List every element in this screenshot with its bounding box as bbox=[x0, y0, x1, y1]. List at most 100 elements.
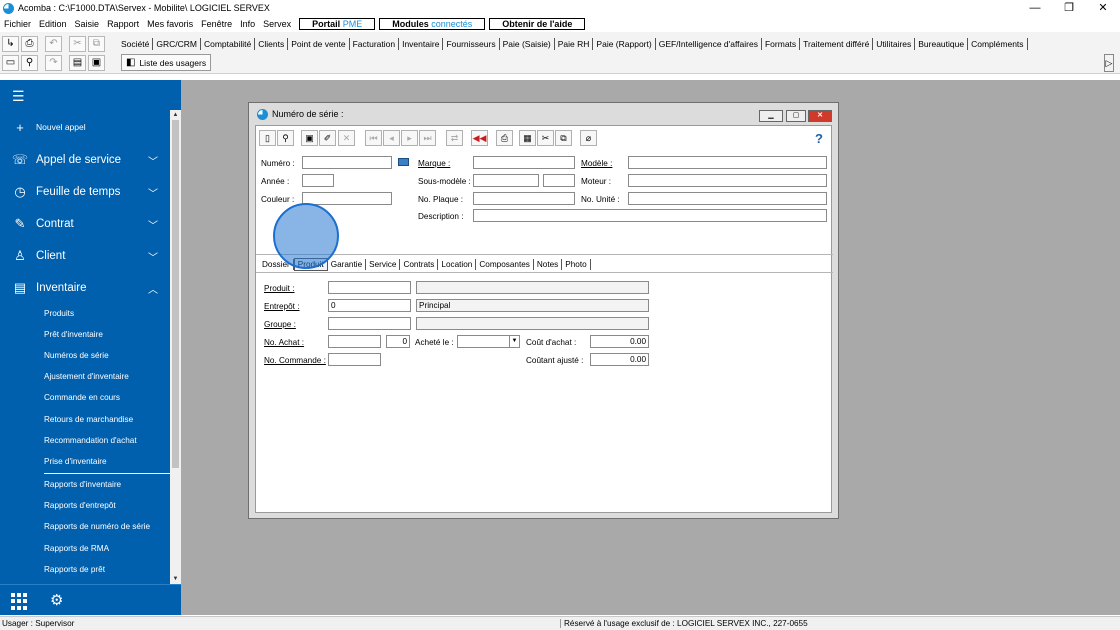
module-paie-rapport[interactable]: Paie (Rapport) bbox=[593, 38, 656, 50]
last-record-icon[interactable]: ⏭ bbox=[419, 130, 436, 146]
cut-icon[interactable]: ✂ bbox=[69, 36, 86, 52]
numero-input[interactable] bbox=[302, 156, 392, 169]
modele-input[interactable] bbox=[628, 156, 827, 169]
achete-le-select[interactable]: ▼ bbox=[457, 335, 520, 348]
produit-input[interactable] bbox=[328, 281, 411, 294]
produit-label[interactable]: Produit : bbox=[264, 284, 295, 293]
scrollbar-thumb[interactable] bbox=[172, 120, 179, 468]
module-facturation[interactable]: Facturation bbox=[350, 38, 400, 50]
import-icon[interactable]: ↳ bbox=[2, 36, 19, 52]
dialog-close-button[interactable]: ✕ bbox=[808, 110, 832, 122]
entrepot-input[interactable]: 0 bbox=[328, 299, 411, 312]
tab-photo[interactable]: Photo bbox=[562, 259, 591, 270]
sidebar-item-client[interactable]: ♙ Client ﹀ bbox=[0, 247, 170, 265]
card-icon[interactable] bbox=[398, 158, 409, 166]
obtenir-aide-button[interactable]: Obtenir de l'aide bbox=[489, 17, 586, 30]
no-unite-input[interactable] bbox=[628, 192, 827, 205]
sidebar-item-nouvel-appel[interactable]: + Nouvel appel bbox=[0, 119, 170, 135]
marque-input[interactable] bbox=[473, 156, 575, 169]
module-formats[interactable]: Formats bbox=[762, 38, 801, 50]
menu-info[interactable]: Info bbox=[240, 19, 255, 29]
module-gef[interactable]: GEF/Intelligence d'affaires bbox=[656, 38, 762, 50]
dialog-maximize-button[interactable]: ▢ bbox=[786, 110, 806, 122]
toolbar-scroll-right-icon[interactable]: ▷ bbox=[1104, 54, 1114, 72]
search-binoculars-icon[interactable]: ⚲ bbox=[277, 130, 294, 146]
open-folder-icon[interactable]: ▭ bbox=[2, 55, 19, 71]
attachment-icon[interactable]: ⌀ bbox=[580, 130, 597, 146]
save-icon[interactable]: ▣ bbox=[301, 130, 318, 146]
rewind-icon[interactable]: ◀◀ bbox=[471, 130, 488, 146]
portail-pme-button[interactable]: Portail PME bbox=[299, 17, 376, 30]
module-grc-crm[interactable]: GRC/CRM bbox=[153, 38, 201, 50]
sidebar-sub-rapports-inventaire[interactable]: Rapports d'inventaire bbox=[44, 480, 121, 489]
previous-record-icon[interactable]: ◂ bbox=[383, 130, 400, 146]
liste-usagers-button[interactable]: ◧ Liste des usagers bbox=[121, 54, 212, 71]
menu-servex[interactable]: Servex bbox=[263, 19, 291, 29]
delete-icon[interactable]: ✕ bbox=[338, 130, 355, 146]
close-window-button[interactable]: ✕ bbox=[1086, 0, 1120, 16]
help-icon[interactable]: ? bbox=[815, 131, 823, 146]
tab-notes[interactable]: Notes bbox=[534, 259, 563, 270]
cout-achat-input[interactable]: 0.00 bbox=[590, 335, 649, 348]
entrepot-label[interactable]: Entrepôt : bbox=[264, 302, 300, 311]
apps-grid-icon[interactable] bbox=[11, 593, 28, 610]
scroll-down-icon[interactable]: ▼ bbox=[170, 574, 181, 584]
sidebar-item-appel-service[interactable]: ☏ Appel de service ﹀ bbox=[0, 151, 170, 169]
binoculars-icon[interactable]: ⚲ bbox=[21, 55, 38, 71]
module-fournisseurs[interactable]: Fournisseurs bbox=[443, 38, 500, 50]
module-clients[interactable]: Clients bbox=[255, 38, 289, 50]
sous-modele-input[interactable] bbox=[473, 174, 539, 187]
scroll-up-icon[interactable]: ▲ bbox=[170, 110, 181, 120]
module-point-de-vente[interactable]: Point de vente bbox=[288, 38, 350, 50]
settings-gears-icon[interactable]: ⚙ bbox=[50, 591, 63, 609]
annee-input[interactable] bbox=[302, 174, 334, 187]
module-inventaire[interactable]: Inventaire bbox=[399, 38, 444, 50]
sidebar-sub-ajustement[interactable]: Ajustement d'inventaire bbox=[44, 372, 129, 381]
new-document-icon[interactable]: ▯ bbox=[259, 130, 276, 146]
module-paie-rh[interactable]: Paie RH bbox=[555, 38, 594, 50]
couleur-input[interactable] bbox=[302, 192, 392, 205]
no-achat-qty-input[interactable]: 0 bbox=[386, 335, 410, 348]
calculator-icon[interactable]: ▦ bbox=[519, 130, 536, 146]
menu-fichier[interactable]: Fichier bbox=[4, 19, 31, 29]
sidebar-sub-commande-en-cours[interactable]: Commande en cours bbox=[44, 393, 120, 402]
module-complements[interactable]: Compléments bbox=[968, 38, 1028, 50]
tab-service[interactable]: Service bbox=[366, 259, 401, 270]
menu-edition[interactable]: Edition bbox=[39, 19, 67, 29]
groupe-input[interactable] bbox=[328, 317, 411, 330]
print-icon[interactable]: ⎙ bbox=[496, 130, 513, 146]
sidebar-sub-numeros-serie[interactable]: Numéros de série bbox=[44, 351, 109, 360]
description-input[interactable] bbox=[473, 209, 827, 222]
sidebar-scrollbar[interactable]: ▲ ▼ bbox=[170, 110, 181, 584]
sidebar-item-feuille-temps[interactable]: ◷ Feuille de temps ﹀ bbox=[0, 183, 170, 201]
save-icon[interactable]: ▣ bbox=[88, 55, 105, 71]
next-record-icon[interactable]: ▸ bbox=[401, 130, 418, 146]
sidebar-sub-prise-inventaire[interactable]: Prise d'inventaire bbox=[44, 457, 107, 466]
dropdown-arrow-icon[interactable]: ▼ bbox=[509, 336, 519, 347]
sidebar-sub-rapports-rma[interactable]: Rapports de RMA bbox=[44, 544, 109, 553]
minimize-button[interactable]: — bbox=[1018, 0, 1052, 16]
sidebar-item-contrat[interactable]: ✎ Contrat ﹀ bbox=[0, 215, 170, 233]
tab-contrats[interactable]: Contrats bbox=[400, 259, 439, 270]
first-record-icon[interactable]: ⏮ bbox=[365, 130, 382, 146]
scissors-icon[interactable]: ✂ bbox=[537, 130, 554, 146]
sidebar-item-inventaire[interactable]: ▤ Inventaire ︿ bbox=[0, 279, 170, 297]
coutant-ajuste-input[interactable]: 0.00 bbox=[590, 353, 649, 366]
module-societe[interactable]: Société bbox=[118, 38, 154, 50]
modules-connectes-button[interactable]: Modules connectés bbox=[379, 17, 486, 30]
sidebar-sub-rapports-pret[interactable]: Rapports de prêt bbox=[44, 565, 105, 574]
no-commande-input[interactable] bbox=[328, 353, 381, 366]
module-paie-saisie[interactable]: Paie (Saisie) bbox=[500, 38, 555, 50]
module-comptabilite[interactable]: Comptabilité bbox=[201, 38, 256, 50]
sidebar-sub-produits[interactable]: Produits bbox=[44, 309, 74, 318]
moteur-input[interactable] bbox=[628, 174, 827, 187]
sidebar-sub-retours[interactable]: Retours de marchandise bbox=[44, 415, 133, 424]
module-utilitaires[interactable]: Utilitaires bbox=[873, 38, 916, 50]
hamburger-menu-icon[interactable]: ☰ bbox=[12, 88, 25, 105]
sidebar-sub-recommandation[interactable]: Recommandation d'achat bbox=[44, 436, 137, 445]
module-traitement-differe[interactable]: Traitement différé bbox=[800, 38, 874, 50]
sidebar-sub-rapports-entrepot[interactable]: Rapports d'entrepôt bbox=[44, 501, 116, 510]
tab-location[interactable]: Location bbox=[438, 259, 477, 270]
edit-icon[interactable]: ✐ bbox=[319, 130, 336, 146]
sidebar-sub-pret-inventaire[interactable]: Prêt d'inventaire bbox=[44, 330, 103, 339]
